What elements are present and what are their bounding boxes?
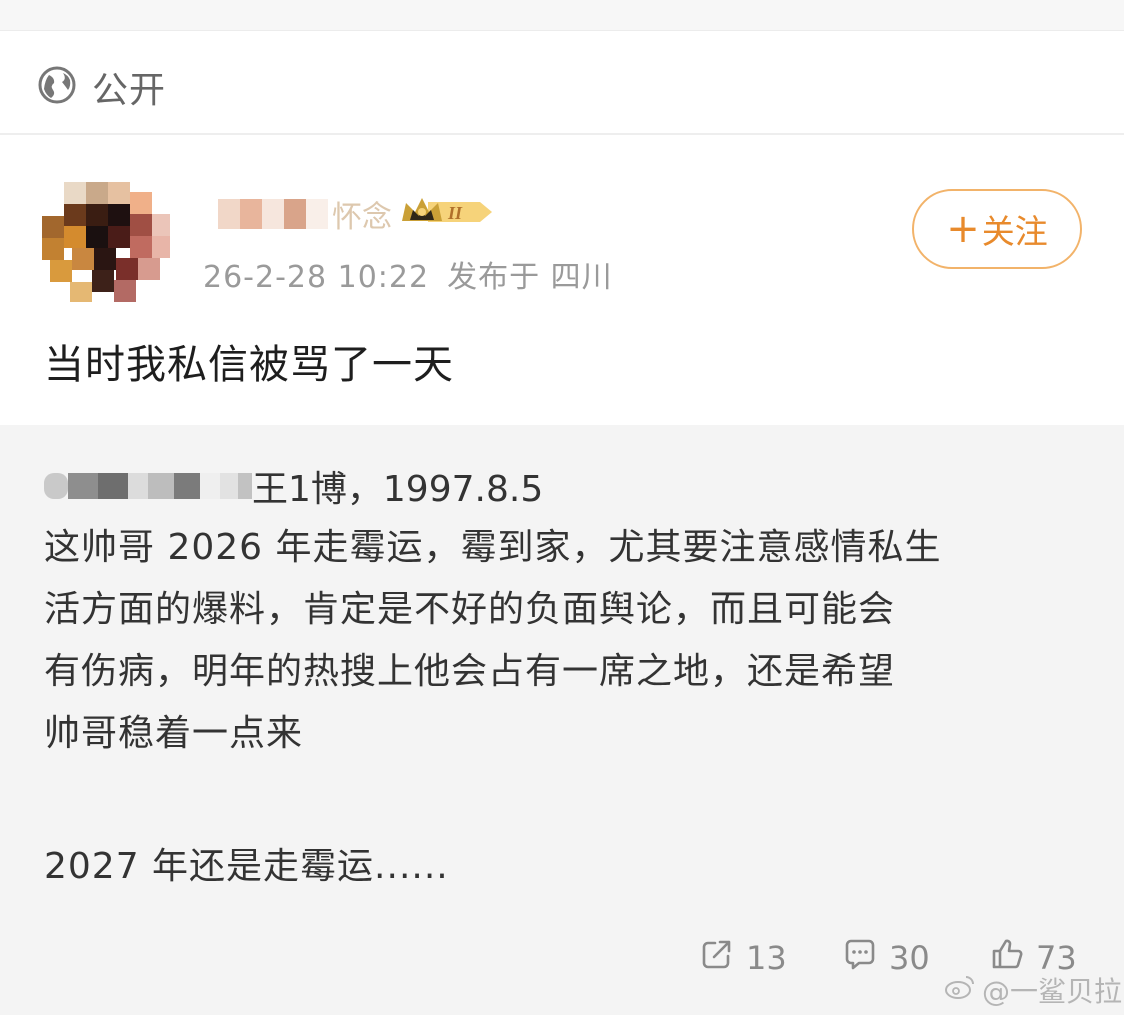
vip-badge-icon: II	[398, 193, 494, 235]
post-time: 26-2-28 10:22	[203, 260, 430, 295]
repost-button[interactable]: 13	[700, 936, 787, 980]
repost-icon	[700, 937, 746, 979]
comment-count: 30	[889, 939, 930, 977]
privacy-indicator[interactable]: 公开	[36, 62, 166, 112]
quoted-post[interactable]: 王1博，1997.8.5 这帅哥 2026 年走霉运，霉到家，尤其要注意感情私生…	[0, 425, 1124, 1015]
plus-icon: +	[946, 206, 980, 252]
follow-label: 关注	[981, 212, 1048, 251]
top-bar	[0, 0, 1124, 31]
globe-icon	[36, 64, 78, 110]
quoted-line: 帅哥稳着一点来	[44, 713, 304, 754]
avatar[interactable]	[40, 172, 172, 304]
quoted-author-blur	[44, 473, 252, 499]
quoted-extra-line: 2027 年还是走霉运......	[44, 846, 449, 887]
post-meta: 26-2-28 10:22 发布于 四川	[203, 252, 613, 296]
post-location: 发布于 四川	[447, 260, 613, 295]
privacy-label: 公开	[92, 70, 167, 111]
quoted-body: 这帅哥 2026 年走霉运，霉到家，尤其要注意感情私生 活方面的爆料，肯定是不好…	[44, 517, 1094, 765]
watermark: @一鲨贝拉	[944, 970, 1122, 1010]
post-text: 当时我私信被骂了一天	[44, 342, 454, 388]
svg-text:II: II	[447, 203, 463, 223]
name-blur	[218, 199, 328, 229]
quoted-first-line: 王1博，1997.8.5	[44, 461, 543, 511]
quoted-line: 有伤病，明年的热搜上他会占有一席之地，还是希望	[44, 651, 896, 692]
author-name[interactable]: 怀念 II	[218, 190, 494, 238]
follow-button[interactable]: + 关注	[912, 189, 1082, 269]
comment-icon	[843, 937, 889, 979]
author-name-text: 怀念	[332, 200, 392, 235]
quoted-line: 活方面的爆料，肯定是不好的负面舆论，而且可能会	[44, 589, 896, 630]
repost-count: 13	[746, 939, 787, 977]
weibo-logo-icon	[944, 974, 982, 1007]
divider	[0, 133, 1124, 135]
quoted-line: 这帅哥 2026 年走霉运，霉到家，尤其要注意感情私生	[44, 527, 942, 568]
watermark-text: @一鲨贝拉	[982, 975, 1123, 1008]
comment-button[interactable]: 30	[843, 936, 930, 980]
quoted-first-line-text: 王1博，1997.8.5	[252, 469, 544, 510]
